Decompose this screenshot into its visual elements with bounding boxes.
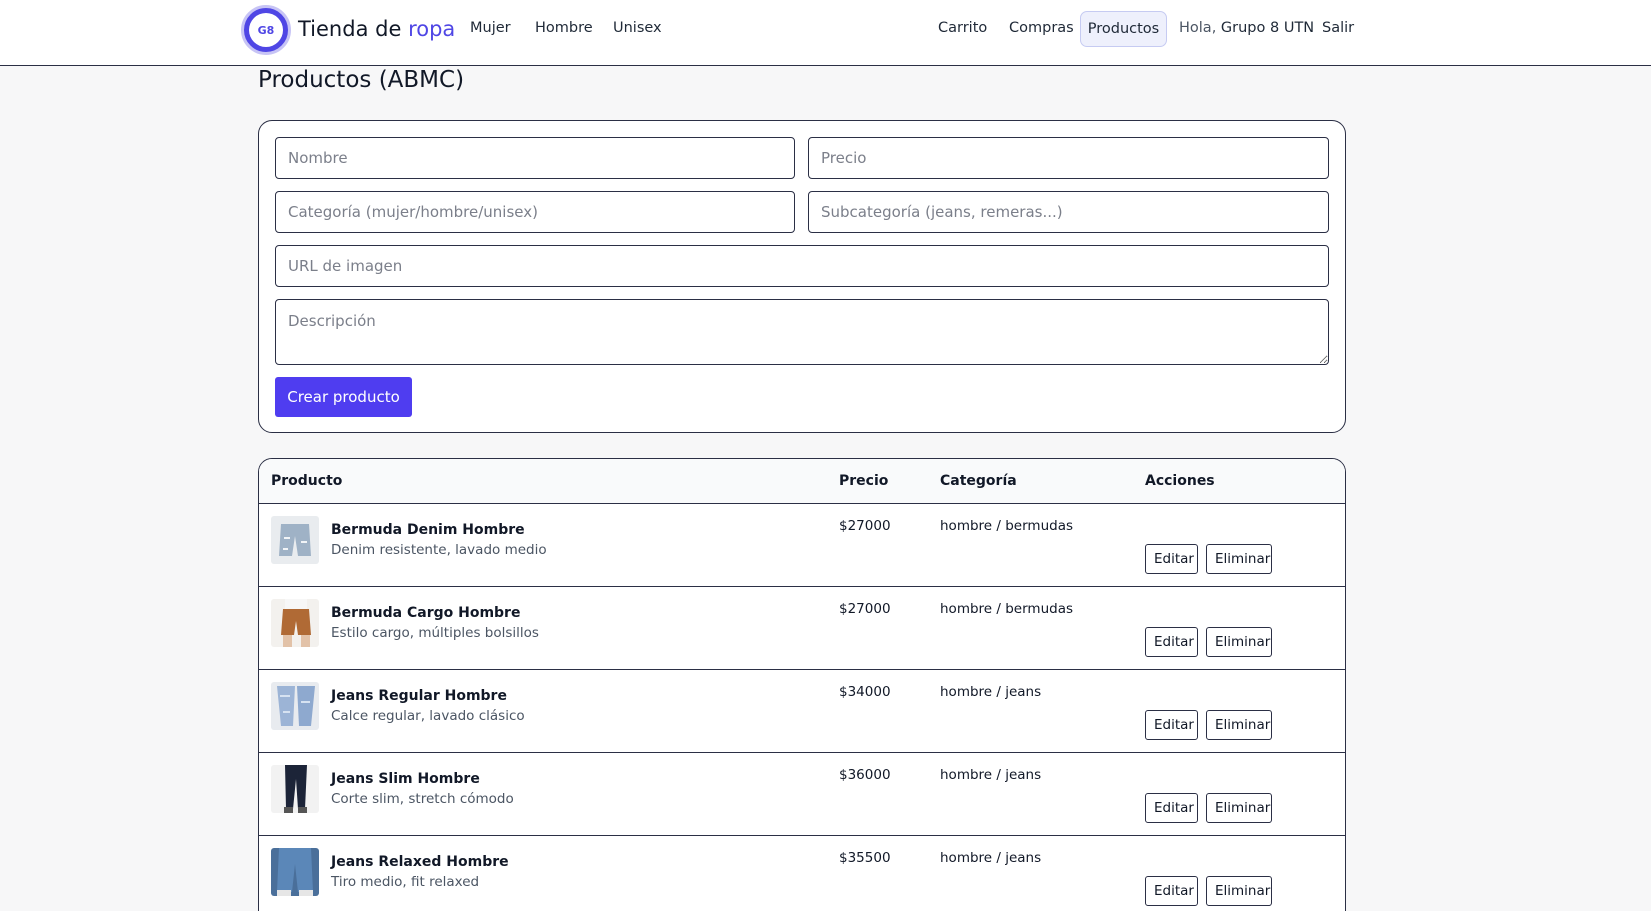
edit-button[interactable]: Editar [1145,793,1198,823]
product-description: Corte slim, stretch cómodo [331,791,514,807]
delete-button[interactable]: Eliminar [1206,876,1272,906]
product-name: Bermuda Denim Hombre [331,522,525,538]
user-name: Grupo 8 UTN [1220,20,1315,36]
product-name: Jeans Slim Hombre [331,771,480,787]
product-price: $34000 [839,684,891,700]
product-description: Calce regular, lavado clásico [331,708,525,724]
product-price: $27000 [839,601,891,617]
table-row: Bermuda Denim Hombre Denim resistente, l… [259,504,1345,587]
nav-link-carrito[interactable]: Carrito [938,20,987,36]
delete-button[interactable]: Eliminar [1206,627,1272,657]
nav-link-productos[interactable]: Productos [1080,11,1167,47]
product-category: hombre / jeans [940,684,1042,700]
header-actions: Acciones [1145,473,1215,489]
product-category: hombre / jeans [940,850,1042,866]
price-input[interactable] [808,137,1329,179]
subcategory-input[interactable] [808,191,1329,233]
product-thumbnail [271,599,319,647]
top-navbar: G8 Tienda de ropa Mujer Hombre Unisex Ca… [0,0,1651,66]
edit-button[interactable]: Editar [1145,876,1198,906]
brand-main: Tienda de [298,17,402,41]
table-row: Jeans Regular Hombre Calce regular, lava… [259,670,1345,753]
product-description: Tiro medio, fit relaxed [331,874,480,890]
product-thumbnail [271,682,319,730]
edit-button[interactable]: Editar [1145,627,1198,657]
nav-link-compras[interactable]: Compras [1009,20,1074,36]
product-thumbnail [271,516,319,564]
header-category: Categoría [940,473,1017,489]
product-price: $27000 [839,518,891,534]
product-description: Denim resistente, lavado medio [331,542,547,558]
product-name: Jeans Regular Hombre [331,688,507,704]
user-greeting: Hola, Grupo 8 UTN [1179,20,1314,36]
delete-button[interactable]: Eliminar [1206,710,1272,740]
product-category: hombre / jeans [940,767,1042,783]
edit-button[interactable]: Editar [1145,710,1198,740]
category-input[interactable] [275,191,795,233]
delete-button[interactable]: Eliminar [1206,544,1272,574]
product-name: Jeans Relaxed Hombre [331,854,509,870]
brand-accent: ropa [408,17,456,41]
image-url-input[interactable] [275,245,1329,287]
table-header: Producto Precio Categoría Acciones [259,459,1345,504]
logout-link[interactable]: Salir [1322,20,1354,36]
logo[interactable]: G8 [241,5,291,55]
product-description: Estilo cargo, múltiples bolsillos [331,625,539,641]
table-row: Jeans Relaxed Hombre Tiro medio, fit rel… [259,836,1345,911]
table-row: Bermuda Cargo Hombre Estilo cargo, múlti… [259,587,1345,670]
name-input[interactable] [275,137,795,179]
nav-link-mujer[interactable]: Mujer [470,20,511,36]
table-row: Jeans Slim Hombre Corte slim, stretch có… [259,753,1345,836]
product-form: Crear producto [258,120,1346,433]
logo-text: G8 [249,13,283,47]
page-title: Productos (ABMC) [258,67,465,93]
header-price: Precio [839,473,889,489]
delete-button[interactable]: Eliminar [1206,793,1272,823]
product-category: hombre / bermudas [940,518,1073,534]
description-textarea[interactable] [275,299,1329,365]
product-name: Bermuda Cargo Hombre [331,605,521,621]
brand-title[interactable]: Tienda de ropa [298,17,455,41]
product-category: hombre / bermudas [940,601,1073,617]
greeting-prefix: Hola, [1179,20,1217,36]
nav-link-unisex[interactable]: Unisex [613,20,662,36]
edit-button[interactable]: Editar [1145,544,1198,574]
product-thumbnail [271,848,319,896]
products-table: Producto Precio Categoría Acciones Bermu… [258,458,1346,911]
create-product-button[interactable]: Crear producto [275,377,412,417]
header-product: Producto [271,473,343,489]
product-price: $35500 [839,850,891,866]
product-price: $36000 [839,767,891,783]
product-thumbnail [271,765,319,813]
nav-link-hombre[interactable]: Hombre [535,20,593,36]
